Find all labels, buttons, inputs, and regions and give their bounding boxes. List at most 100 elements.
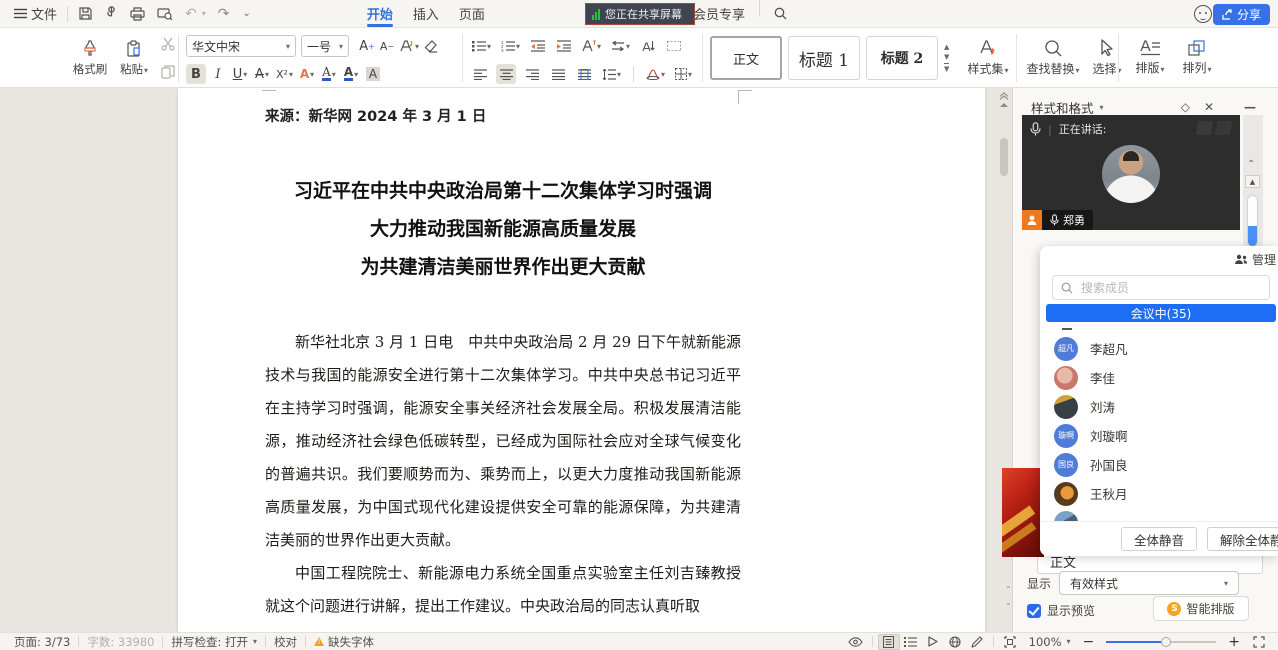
distribute-button[interactable] (574, 64, 594, 84)
align-center-button[interactable] (496, 64, 516, 84)
arrange-button[interactable]: 排列▾ (1174, 40, 1220, 76)
align-right-button[interactable] (522, 64, 542, 84)
member-row[interactable]: 璇啊 刘璇啊 (1040, 421, 1278, 450)
document-scrollbar-thumb[interactable] (1000, 138, 1008, 176)
member-row[interactable]: 刘涛 (1040, 392, 1278, 421)
read-mode-button[interactable] (922, 634, 944, 650)
numbered-list-button[interactable]: 123▾ (499, 36, 522, 56)
tab-home[interactable]: 开始 (357, 0, 403, 28)
member-list[interactable]: 超凡 李超凡 李佳 刘涛 璇啊 刘璇啊 国良 孙国良 王秋月 (1040, 334, 1278, 522)
bold-button[interactable]: B (186, 64, 206, 84)
ink-annotation-button[interactable] (966, 634, 988, 650)
member-row[interactable]: 超凡 李超凡 (1040, 334, 1278, 363)
missing-font-warning[interactable]: 缺失字体 (306, 633, 382, 650)
align-left-button[interactable] (470, 64, 490, 84)
decrease-font-button[interactable]: A− (377, 36, 397, 56)
meeting-video-panel[interactable]: | 正在讲话: 郑勇 (1022, 115, 1240, 230)
in-meeting-count-button[interactable]: 会议中(35) (1046, 304, 1276, 322)
member-row[interactable] (1040, 508, 1278, 522)
style-heading2[interactable]: 标题 2 (866, 36, 938, 80)
styles-more-button[interactable]: ▼ (944, 63, 949, 73)
search-command-button[interactable] (764, 0, 797, 28)
display-style-select[interactable]: 有效样式▾ (1059, 571, 1239, 595)
smart-typeset-button[interactable]: S 智能排版 (1153, 596, 1249, 621)
font-color-button[interactable]: A▾ (341, 64, 361, 84)
cut-button[interactable] (158, 34, 178, 54)
justify-button[interactable] (548, 64, 568, 84)
account-avatar-icon[interactable] (1194, 5, 1212, 23)
underline-button[interactable]: U▾ (230, 64, 250, 84)
select-button[interactable]: 选择▾ (1084, 39, 1130, 77)
styles-scroll-up[interactable]: ▲ (944, 43, 949, 51)
scroll-page-up-icon[interactable] (999, 92, 1009, 100)
superscript-button[interactable]: X²▾ (274, 64, 295, 84)
collapse-chevron-icon[interactable]: ⌃ (1247, 159, 1255, 170)
outline-view-button[interactable] (900, 634, 922, 650)
tab-page[interactable]: 页面 (449, 0, 495, 28)
export-pdf-button[interactable] (99, 0, 124, 28)
fullscreen-button[interactable] (1248, 634, 1270, 650)
file-menu[interactable]: 文件 (8, 0, 63, 28)
sort-button[interactable] (638, 36, 658, 56)
italic-button[interactable]: I (208, 64, 228, 84)
format-painter-button[interactable]: 格式刷 (68, 31, 112, 85)
char-shading-button[interactable]: A (363, 64, 383, 84)
increase-font-button[interactable]: A+ (357, 36, 377, 56)
zoom-level-button[interactable]: 100%▾ (1021, 633, 1079, 650)
member-search-box[interactable] (1052, 275, 1270, 300)
text-outline-button[interactable]: A▾ (297, 64, 317, 84)
member-row[interactable]: 王秋月 (1040, 479, 1278, 508)
strikethrough-button[interactable]: A▾ (252, 64, 272, 84)
pane-pin-icon[interactable]: ◇ (1181, 100, 1190, 114)
show-marks-button[interactable] (664, 36, 684, 56)
member-search-input[interactable] (1079, 280, 1229, 296)
pane-scroll-hints[interactable]: ⌃⌄ (1005, 585, 1012, 607)
word-count[interactable]: 字数: 33980 (79, 633, 162, 650)
border-button[interactable]: ▾ (673, 64, 694, 84)
redo-button[interactable]: ↷ (212, 0, 236, 28)
page-view-button[interactable] (878, 634, 900, 650)
share-button[interactable]: 分享 (1213, 4, 1270, 25)
document-page[interactable]: 来源：新华网 2024 年 3 月 1 日 习近平在中共中央政治局第十二次集体学… (178, 88, 985, 632)
show-preview-checkbox[interactable] (1027, 604, 1041, 618)
shading-button[interactable]: ▾ (644, 64, 667, 84)
font-size-select[interactable]: 一号▾ (301, 35, 349, 57)
tab-insert[interactable]: 插入 (403, 0, 449, 28)
fit-page-button[interactable] (999, 634, 1021, 650)
paste-button[interactable]: 粘贴▾ (112, 31, 156, 85)
increase-indent-button[interactable] (554, 36, 574, 56)
eye-protection-button[interactable] (845, 634, 867, 650)
undo-button[interactable]: ↶▾ (179, 0, 212, 28)
undo-caret[interactable]: ▾ (202, 9, 206, 18)
text-effects-dropdown[interactable]: ▾ (397, 36, 421, 56)
style-set-button[interactable]: 样式集▾ (960, 39, 1016, 77)
clear-format-button[interactable] (421, 36, 441, 56)
save-button[interactable] (72, 0, 99, 28)
print-button[interactable] (124, 0, 151, 28)
toolbar-more-button[interactable]: ⌄ (236, 0, 257, 28)
screen-sharing-badge[interactable]: 您正在共享屏幕 (585, 3, 695, 25)
highlight-color-button[interactable]: A▾ (319, 64, 339, 84)
page-indicator[interactable]: 页面: 3/73 (6, 633, 78, 650)
find-replace-button[interactable]: 查找替换▾ (1022, 39, 1084, 77)
case-change-button[interactable]: ▾ (580, 36, 603, 56)
font-name-select[interactable]: 华文中宋▾ (186, 35, 296, 57)
member-row[interactable]: 李佳 (1040, 363, 1278, 392)
member-row[interactable]: 国良 孙国良 (1040, 450, 1278, 479)
web-layout-button[interactable] (944, 634, 966, 650)
copy-button[interactable] (158, 62, 178, 82)
strip-scrollbar-thumb[interactable] (1247, 195, 1258, 247)
zoom-out-button[interactable]: − (1079, 634, 1099, 650)
spell-check-toggle[interactable]: 拼写检查: 打开▾ (163, 633, 265, 650)
print-preview-button[interactable] (151, 0, 179, 28)
styles-scroll-down[interactable]: ▼ (944, 53, 949, 61)
unmute-all-button[interactable]: 解除全体静音 (1207, 527, 1278, 551)
manage-members-label[interactable]: 管理 (1252, 251, 1276, 268)
zoom-slider-thumb[interactable] (1161, 637, 1171, 647)
bullet-list-button[interactable]: ▾ (470, 36, 493, 56)
pane-minimize-icon[interactable]: — (1244, 100, 1256, 114)
style-heading1[interactable]: 标题 1 (788, 36, 860, 80)
strip-scroll-up-button[interactable]: ▲ (1245, 175, 1260, 188)
proofread-button[interactable]: 校对 (266, 633, 305, 650)
mute-all-button[interactable]: 全体静音 (1121, 527, 1197, 551)
